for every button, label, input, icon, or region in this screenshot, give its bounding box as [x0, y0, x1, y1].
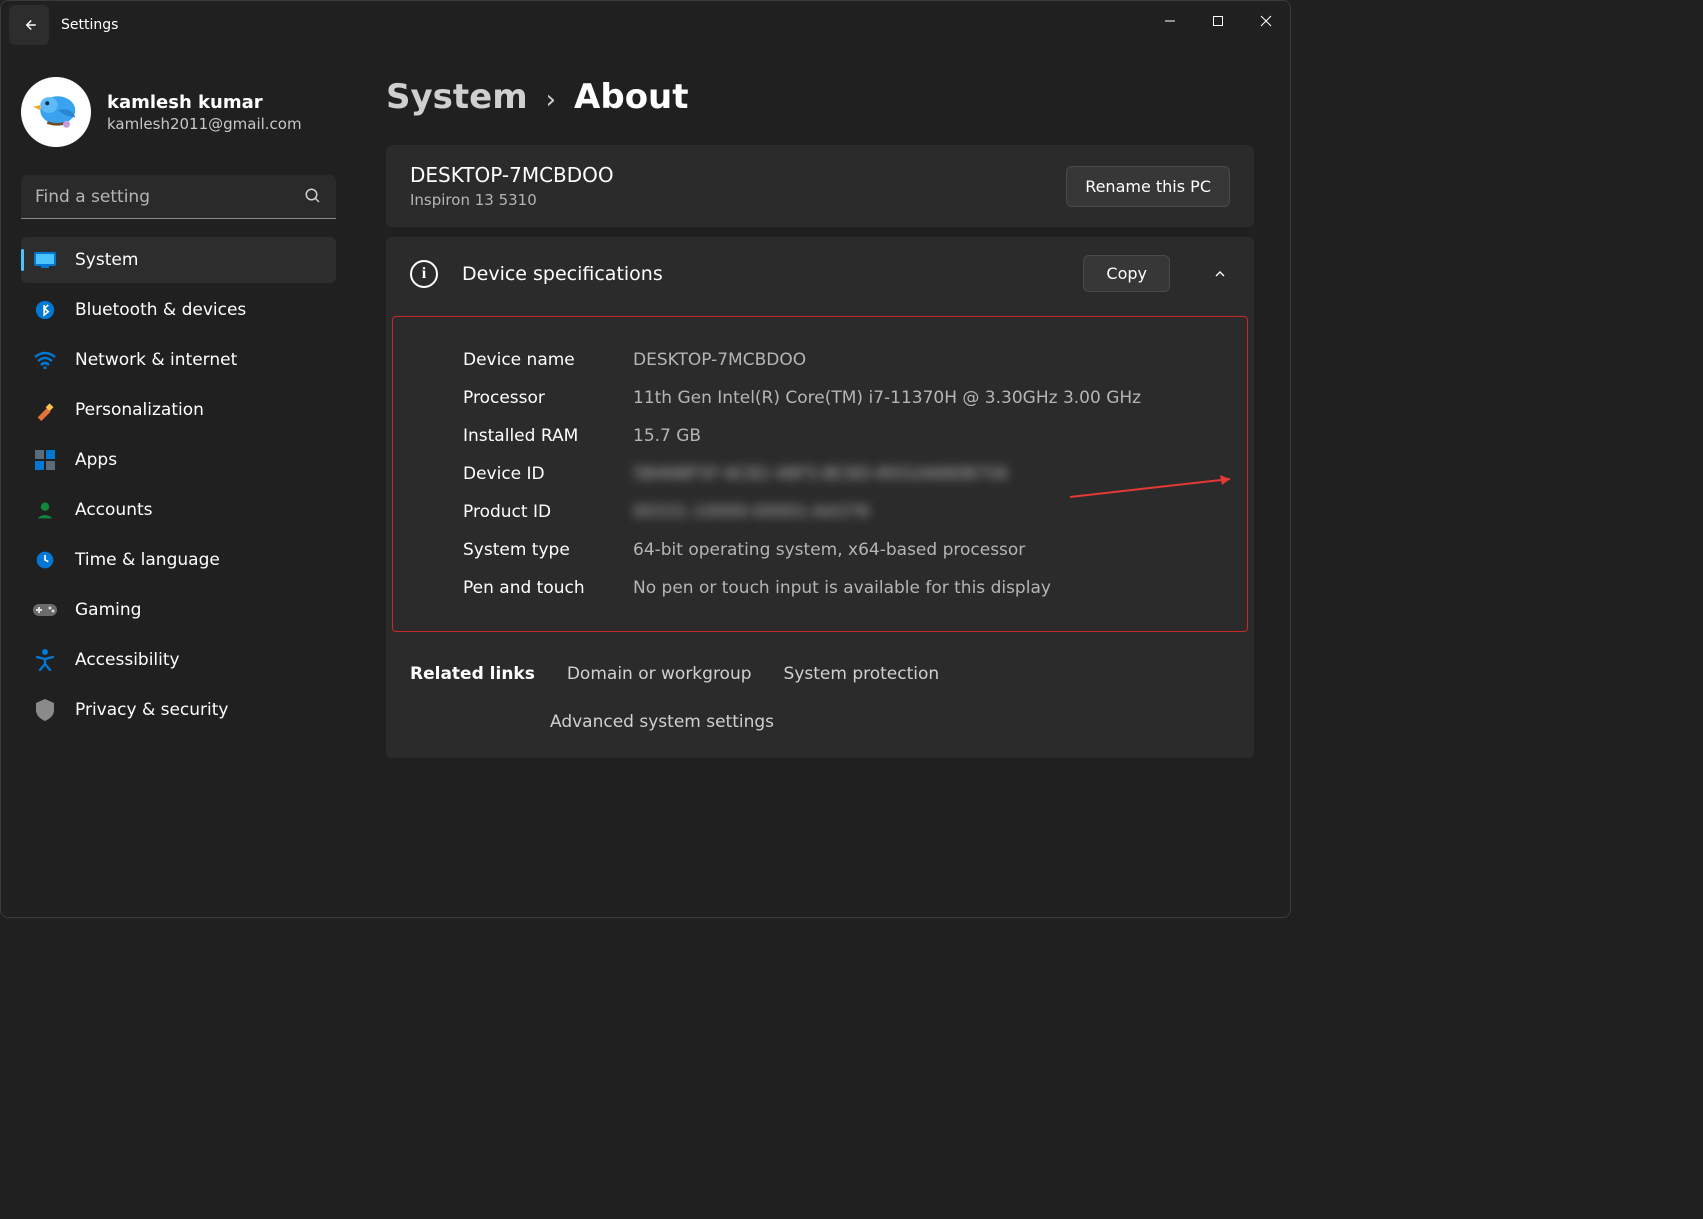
spec-row: Device nameDESKTOP-7MCBDOO [463, 341, 1223, 379]
spec-value: 15.7 GB [633, 426, 1223, 446]
avatar-bird-icon [28, 84, 84, 140]
spec-row: Product ID00331-10000-00001-AA376 [463, 493, 1223, 531]
maximize-button[interactable] [1194, 1, 1242, 41]
sidebar-item-label: Bluetooth & devices [75, 300, 246, 320]
back-button[interactable] [9, 5, 49, 45]
info-icon: i [410, 260, 438, 288]
avatar [21, 77, 91, 147]
search [21, 175, 336, 219]
window-controls [1146, 1, 1290, 41]
sidebar-item-time-language[interactable]: Time & language [21, 537, 336, 583]
sidebar-item-label: Accessibility [75, 650, 180, 670]
network-icon [33, 348, 57, 372]
breadcrumb-current: About [574, 77, 688, 117]
apps-icon [33, 448, 57, 472]
related-link-domain[interactable]: Domain or workgroup [567, 664, 752, 684]
sidebar-item-label: Personalization [75, 400, 204, 420]
spec-label: System type [463, 540, 633, 560]
related-link-system-protection[interactable]: System protection [784, 664, 940, 684]
sidebar-item-bluetooth[interactable]: Bluetooth & devices [21, 287, 336, 333]
spec-row: Pen and touchNo pen or touch input is av… [463, 569, 1223, 607]
breadcrumb-separator-icon: › [546, 85, 556, 115]
device-specs-title: Device specifications [462, 263, 1059, 285]
spec-value: 11th Gen Intel(R) Core(TM) i7-11370H @ 3… [633, 388, 1223, 408]
nav: System Bluetooth & devices Network & inter… [21, 237, 336, 733]
spec-label: Device ID [463, 464, 633, 484]
search-input[interactable] [21, 175, 336, 219]
spec-row: System type64-bit operating system, x64-… [463, 531, 1223, 569]
spec-row: Installed RAM15.7 GB [463, 417, 1223, 455]
titlebar: Settings [1, 1, 1290, 49]
spec-value: No pen or touch input is available for t… [633, 578, 1223, 598]
main: System › About DESKTOP-7MCBDOO Inspiron … [356, 49, 1290, 917]
collapse-button[interactable] [1210, 264, 1230, 284]
time-language-icon [33, 548, 57, 572]
personalization-icon [33, 398, 57, 422]
chevron-up-icon [1212, 266, 1228, 282]
breadcrumb-parent[interactable]: System [386, 77, 528, 117]
sidebar-item-label: Apps [75, 450, 117, 470]
profile[interactable]: kamlesh kumar kamlesh2011@gmail.com [21, 77, 336, 147]
sidebar-item-label: Accounts [75, 500, 153, 520]
spec-label: Processor [463, 388, 633, 408]
rename-pc-button[interactable]: Rename this PC [1066, 166, 1230, 207]
user-name: kamlesh kumar [107, 92, 302, 113]
window-title: Settings [61, 17, 118, 33]
sidebar-item-accessibility[interactable]: Accessibility [21, 637, 336, 683]
related-links-title: Related links [410, 664, 535, 684]
system-icon [33, 248, 57, 272]
sidebar-item-apps[interactable]: Apps [21, 437, 336, 483]
sidebar-item-label: Network & internet [75, 350, 237, 370]
sidebar-item-privacy[interactable]: Privacy & security [21, 687, 336, 733]
pc-card: DESKTOP-7MCBDOO Inspiron 13 5310 Rename … [386, 145, 1254, 227]
sidebar-item-accounts[interactable]: Accounts [21, 487, 336, 533]
sidebar-item-label: System [75, 250, 138, 270]
device-specs-table: Device nameDESKTOP-7MCBDOOProcessor11th … [392, 316, 1248, 632]
back-arrow-icon [20, 16, 38, 34]
spec-label: Product ID [463, 502, 633, 522]
spec-value: 5B46BF5F-6C82-48F5-BC6D-8932A680B756 [633, 464, 1223, 484]
close-button[interactable] [1242, 1, 1290, 41]
pc-model: Inspiron 13 5310 [410, 191, 614, 209]
breadcrumb: System › About [386, 77, 1254, 117]
sidebar-item-label: Time & language [75, 550, 220, 570]
spec-value: 64-bit operating system, x64-based proce… [633, 540, 1223, 560]
sidebar-item-label: Gaming [75, 600, 141, 620]
device-specs-card: i Device specifications Copy Device name… [386, 237, 1254, 758]
minimize-button[interactable] [1146, 1, 1194, 41]
pc-name: DESKTOP-7MCBDOO [410, 163, 614, 187]
user-email: kamlesh2011@gmail.com [107, 115, 302, 133]
gaming-icon [33, 598, 57, 622]
spec-row: Device ID5B46BF5F-6C82-48F5-BC6D-8932A68… [463, 455, 1223, 493]
spec-label: Installed RAM [463, 426, 633, 446]
related-link-advanced[interactable]: Advanced system settings [550, 712, 774, 732]
spec-label: Pen and touch [463, 578, 633, 598]
bluetooth-icon [33, 298, 57, 322]
accessibility-icon [33, 648, 57, 672]
search-icon [304, 187, 322, 209]
spec-row: Processor11th Gen Intel(R) Core(TM) i7-1… [463, 379, 1223, 417]
sidebar-item-gaming[interactable]: Gaming [21, 587, 336, 633]
spec-label: Device name [463, 350, 633, 370]
related-links: Related links Domain or workgroup System… [386, 644, 1254, 758]
sidebar-item-personalization[interactable]: Personalization [21, 387, 336, 433]
sidebar: kamlesh kumar kamlesh2011@gmail.com Syst… [1, 49, 356, 917]
sidebar-item-system[interactable]: System [21, 237, 336, 283]
sidebar-item-label: Privacy & security [75, 700, 229, 720]
copy-button[interactable]: Copy [1083, 255, 1170, 292]
spec-value: DESKTOP-7MCBDOO [633, 350, 1223, 370]
privacy-icon [33, 698, 57, 722]
accounts-icon [33, 498, 57, 522]
sidebar-item-network[interactable]: Network & internet [21, 337, 336, 383]
spec-value: 00331-10000-00001-AA376 [633, 502, 1223, 522]
